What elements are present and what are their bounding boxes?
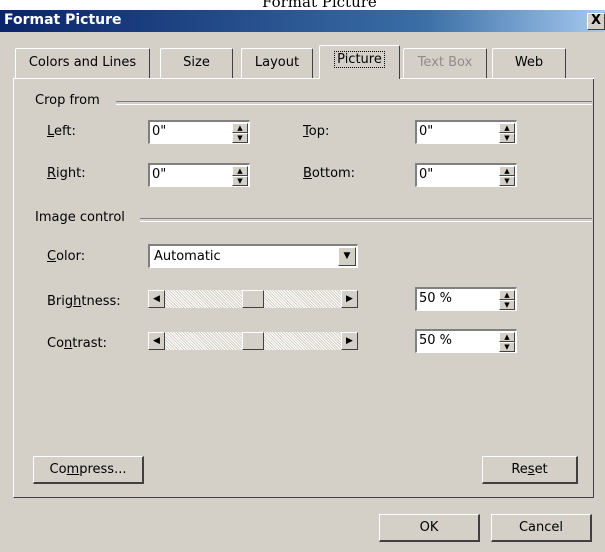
scroll-left-icon[interactable]: ◀	[148, 290, 165, 308]
spin-down-icon[interactable]: ▼	[499, 342, 515, 352]
scroll-right-icon[interactable]: ▶	[341, 290, 358, 308]
color-label: Color:	[47, 249, 86, 264]
crop-top-field[interactable]: 0" ▲ ▼	[415, 120, 517, 144]
tab-text-box: Text Box	[403, 48, 487, 78]
spin-up-icon[interactable]: ▲	[499, 166, 515, 176]
spin-down-icon[interactable]: ▼	[232, 176, 248, 186]
tab-size[interactable]: Size	[160, 48, 233, 78]
image-control-heading: Image control	[35, 210, 125, 225]
spin-up-icon[interactable]: ▲	[232, 123, 248, 133]
spin-up-icon[interactable]: ▲	[499, 290, 515, 300]
close-icon: X	[590, 13, 602, 28]
slider-thumb[interactable]	[242, 332, 264, 350]
scroll-left-icon[interactable]: ◀	[148, 332, 165, 350]
ok-button[interactable]: OK	[379, 514, 480, 542]
spin-up-icon[interactable]: ▲	[232, 166, 248, 176]
close-button[interactable]: X	[587, 13, 605, 30]
page-top-strip: Format Picture	[0, 0, 605, 11]
crop-bottom-field[interactable]: 0" ▲ ▼	[415, 163, 517, 187]
format-picture-dialog: Format Picture Format Picture X Colors a…	[0, 0, 605, 552]
color-select[interactable]: Automatic ▼	[148, 244, 358, 268]
crop-right-field[interactable]: 0" ▲ ▼	[148, 163, 250, 187]
left-label: Left:	[47, 124, 76, 139]
title-bar[interactable]: Format Picture X	[0, 10, 605, 32]
spin-down-icon[interactable]: ▼	[232, 133, 248, 143]
right-label: Right:	[47, 166, 86, 181]
cancel-button[interactable]: Cancel	[491, 514, 592, 542]
crop-left-field[interactable]: 0" ▲ ▼	[148, 120, 250, 144]
dialog-title: Format Picture	[4, 12, 122, 28]
tab-colors-and-lines[interactable]: Colors and Lines	[15, 48, 150, 78]
spin-down-icon[interactable]: ▼	[499, 133, 515, 143]
slider-thumb[interactable]	[242, 290, 264, 308]
bottom-label: Bottom:	[303, 166, 356, 181]
chevron-down-icon[interactable]: ▼	[338, 247, 356, 266]
brightness-field[interactable]: 50 % ▲ ▼	[415, 287, 517, 311]
tab-web[interactable]: Web	[492, 48, 566, 78]
crop-divider	[116, 101, 592, 105]
image-control-divider	[140, 218, 592, 222]
scroll-right-icon[interactable]: ▶	[341, 332, 358, 350]
top-label: Top:	[303, 124, 330, 139]
spin-down-icon[interactable]: ▼	[499, 300, 515, 310]
spin-up-icon[interactable]: ▲	[499, 332, 515, 342]
contrast-field[interactable]: 50 % ▲ ▼	[415, 329, 517, 353]
contrast-slider[interactable]: ◀ ▶	[148, 332, 358, 350]
reset-button[interactable]: Reset	[482, 456, 578, 484]
tab-strip-edge	[13, 78, 594, 79]
tab-picture[interactable]: Picture	[319, 45, 400, 79]
contrast-label: Contrast:	[47, 336, 107, 351]
brightness-label: Brightness:	[47, 294, 121, 309]
tab-layout[interactable]: Layout	[241, 48, 313, 78]
spin-down-icon[interactable]: ▼	[499, 176, 515, 186]
crop-heading: Crop from	[35, 93, 100, 108]
compress-button[interactable]: Compress...	[33, 456, 144, 484]
spin-up-icon[interactable]: ▲	[499, 123, 515, 133]
brightness-slider[interactable]: ◀ ▶	[148, 290, 358, 308]
